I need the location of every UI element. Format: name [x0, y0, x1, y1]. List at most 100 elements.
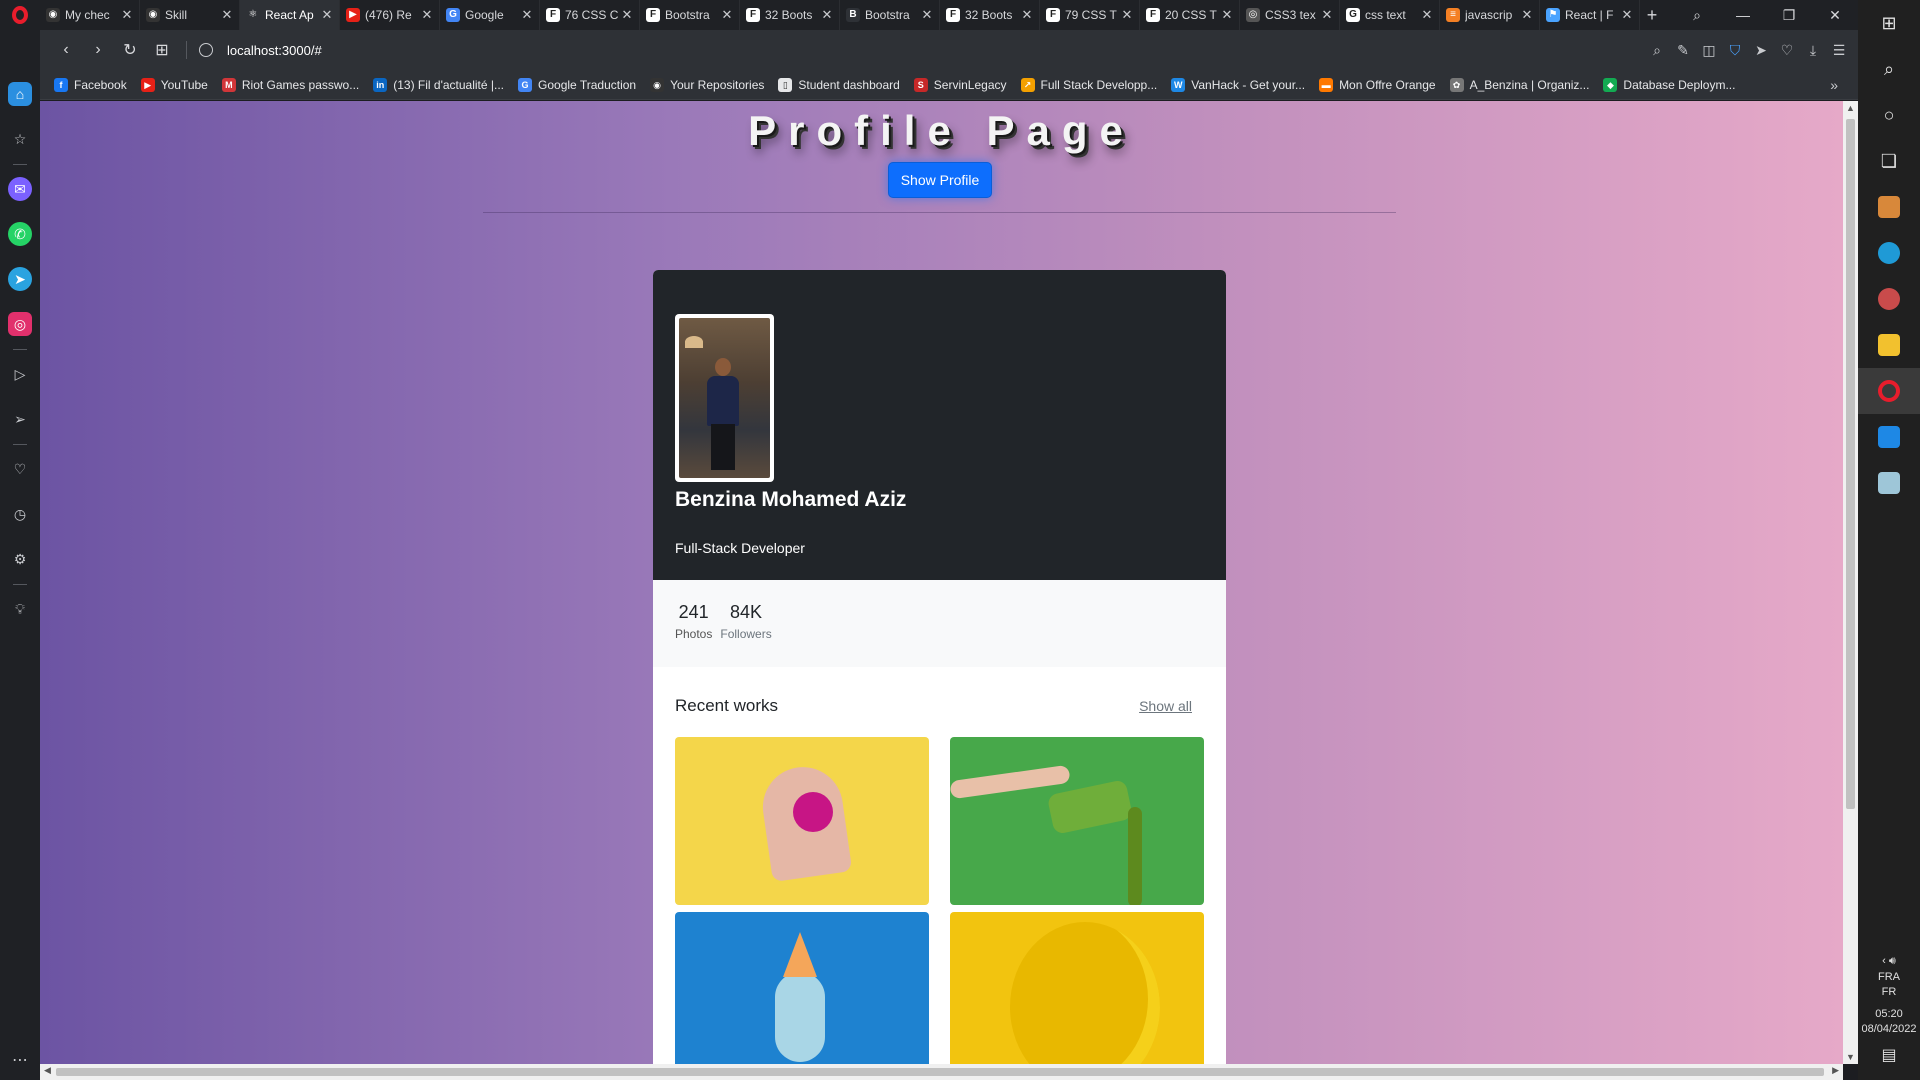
- close-tab-icon[interactable]: ✕: [621, 7, 633, 23]
- browser-tab[interactable]: ⚛ React Ap ✕: [240, 0, 340, 30]
- clock-date[interactable]: 08/04/2022: [1858, 1023, 1920, 1035]
- app-icon[interactable]: [1858, 460, 1920, 506]
- browser-tab[interactable]: F 20 CSS T ✕: [1140, 0, 1240, 30]
- home-icon[interactable]: ⌂: [8, 82, 32, 106]
- notifications-icon[interactable]: ▤: [1858, 1045, 1920, 1065]
- browser-tab[interactable]: F 76 CSS C ✕: [540, 0, 640, 30]
- browser-tab[interactable]: ◉ My chec ✕: [40, 0, 140, 30]
- show-profile-button[interactable]: Show Profile: [888, 162, 992, 198]
- work-image-painted-hands[interactable]: [675, 737, 929, 905]
- bookmark-item[interactable]: in (13) Fil d'actualité |...: [373, 77, 504, 92]
- close-tab-icon[interactable]: ✕: [421, 7, 433, 23]
- forward-button[interactable]: ›: [82, 34, 114, 66]
- browser-tab[interactable]: ⚑ React | F ✕: [1540, 0, 1640, 30]
- camera-icon[interactable]: ◫: [1696, 34, 1722, 66]
- bookmark-item[interactable]: ▶ YouTube: [140, 77, 208, 92]
- close-tab-icon[interactable]: ✕: [1021, 7, 1033, 23]
- reload-button[interactable]: ↻: [114, 34, 146, 66]
- bookmark-item[interactable]: ▯ Student dashboard: [778, 77, 900, 92]
- bookmark-item[interactable]: W VanHack - Get your...: [1171, 77, 1305, 92]
- work-image-juice-bottle[interactable]: [950, 737, 1204, 905]
- clock-time[interactable]: 05:20: [1858, 1008, 1920, 1020]
- language-code[interactable]: FRA: [1858, 971, 1920, 983]
- bookmark-item[interactable]: ✿ A_Benzina | Organiz...: [1449, 77, 1589, 92]
- tab-search-icon[interactable]: ⌕: [1674, 0, 1720, 30]
- work-image-pineapple[interactable]: [675, 912, 929, 1064]
- more-options-icon[interactable]: ⋯: [12, 1050, 28, 1070]
- close-tab-icon[interactable]: ✕: [321, 7, 333, 23]
- close-tab-icon[interactable]: ✕: [521, 7, 533, 23]
- close-tab-icon[interactable]: ✕: [1221, 7, 1233, 23]
- search-icon[interactable]: ⌕: [1644, 34, 1670, 66]
- lightbulb-icon[interactable]: 💡︎: [8, 597, 32, 621]
- history-icon[interactable]: ◷: [8, 502, 32, 526]
- close-tab-icon[interactable]: ✕: [821, 7, 833, 23]
- scroll-down-icon[interactable]: ▼: [1843, 1052, 1858, 1062]
- bookmark-item[interactable]: M Riot Games passwo...: [221, 77, 359, 92]
- browser-tab[interactable]: B Bootstra ✕: [840, 0, 940, 30]
- bookmarks-heart-icon[interactable]: ♡: [8, 457, 32, 481]
- close-tab-icon[interactable]: ✕: [221, 7, 233, 23]
- url-field[interactable]: localhost:3000/#: [199, 43, 322, 58]
- keyboard-layout[interactable]: FR: [1858, 986, 1920, 998]
- close-tab-icon[interactable]: ✕: [1521, 7, 1533, 23]
- tabs-overview-button[interactable]: ⊞: [146, 34, 178, 66]
- bookmark-item[interactable]: f Facebook: [54, 77, 127, 92]
- bookmark-item[interactable]: ▬ Mon Offre Orange: [1319, 77, 1436, 92]
- instagram-icon[interactable]: ◎: [8, 312, 32, 336]
- vertical-scrollbar[interactable]: ▲ ▼: [1843, 101, 1858, 1064]
- opera-icon[interactable]: [1858, 368, 1920, 414]
- cortana-icon[interactable]: ○: [1858, 92, 1920, 138]
- whatsapp-icon[interactable]: ✆: [8, 222, 32, 246]
- browser-tab[interactable]: F 32 Boots ✕: [740, 0, 840, 30]
- bookmark-item[interactable]: S ServinLegacy: [913, 77, 1007, 92]
- search-icon[interactable]: ⌕: [1858, 46, 1920, 92]
- close-window-button[interactable]: ✕: [1812, 0, 1858, 30]
- browser-tab[interactable]: ◉ Skill ✕: [140, 0, 240, 30]
- bookmark-item[interactable]: ◆ Database Deploym...: [1603, 77, 1735, 92]
- show-all-link[interactable]: Show all: [1139, 698, 1192, 714]
- settings-gear-icon[interactable]: ⚙: [8, 547, 32, 571]
- scroll-up-icon[interactable]: ▲: [1843, 103, 1858, 113]
- speed-dial-icon[interactable]: ☆: [8, 127, 32, 151]
- task-view-icon[interactable]: ❏: [1858, 138, 1920, 184]
- new-tab-button[interactable]: +: [1640, 5, 1664, 26]
- edit-icon[interactable]: ✎: [1670, 34, 1696, 66]
- download-icon[interactable]: ⤓: [1800, 34, 1826, 66]
- scrollbar-thumb[interactable]: [1846, 119, 1855, 809]
- browser-tab[interactable]: F 32 Boots ✕: [940, 0, 1040, 30]
- restore-button[interactable]: ❐: [1766, 0, 1812, 30]
- close-tab-icon[interactable]: ✕: [1421, 7, 1433, 23]
- send-icon[interactable]: ➤: [1748, 34, 1774, 66]
- close-tab-icon[interactable]: ✕: [1621, 7, 1633, 23]
- vscode-icon[interactable]: [1858, 414, 1920, 460]
- file-explorer-icon[interactable]: [1858, 322, 1920, 368]
- app-icon[interactable]: [1858, 184, 1920, 230]
- browser-tab[interactable]: Gcss text ✕: [1340, 0, 1440, 30]
- opera-menu-button[interactable]: [0, 0, 40, 30]
- close-tab-icon[interactable]: ✕: [721, 7, 733, 23]
- close-tab-icon[interactable]: ✕: [121, 7, 133, 23]
- tray-chevron-icon[interactable]: ‹ 🔊︎: [1858, 955, 1920, 968]
- app-icon[interactable]: [1858, 276, 1920, 322]
- player-icon[interactable]: ▷: [8, 362, 32, 386]
- browser-tab[interactable]: ≡ javascrip ✕: [1440, 0, 1540, 30]
- send-icon[interactable]: ➢: [8, 407, 32, 431]
- scrollbar-thumb[interactable]: [56, 1068, 1824, 1076]
- browser-tab[interactable]: ▶ (476) Re ✕: [340, 0, 440, 30]
- bookmark-item[interactable]: G Google Traduction: [518, 77, 636, 92]
- adblock-shield-icon[interactable]: ⛉: [1722, 34, 1748, 66]
- more-bookmarks-icon[interactable]: »: [1830, 77, 1838, 93]
- bookmark-item[interactable]: ↗ Full Stack Developp...: [1020, 77, 1157, 92]
- windows-start-icon[interactable]: ⊞: [1858, 0, 1920, 46]
- easy-setup-icon[interactable]: ☰: [1826, 34, 1852, 66]
- back-button[interactable]: ‹: [50, 34, 82, 66]
- browser-tab[interactable]: F 79 CSS T ✕: [1040, 0, 1140, 30]
- browser-tab[interactable]: ◎ CSS3 tex ✕: [1240, 0, 1340, 30]
- messenger-icon[interactable]: ✉: [8, 177, 32, 201]
- heart-icon[interactable]: ♡: [1774, 34, 1800, 66]
- scroll-right-icon[interactable]: ▶: [1832, 1065, 1839, 1076]
- scroll-left-icon[interactable]: ◀: [44, 1065, 51, 1076]
- horizontal-scrollbar[interactable]: ◀ ▶: [40, 1064, 1843, 1080]
- edge-icon[interactable]: [1858, 230, 1920, 276]
